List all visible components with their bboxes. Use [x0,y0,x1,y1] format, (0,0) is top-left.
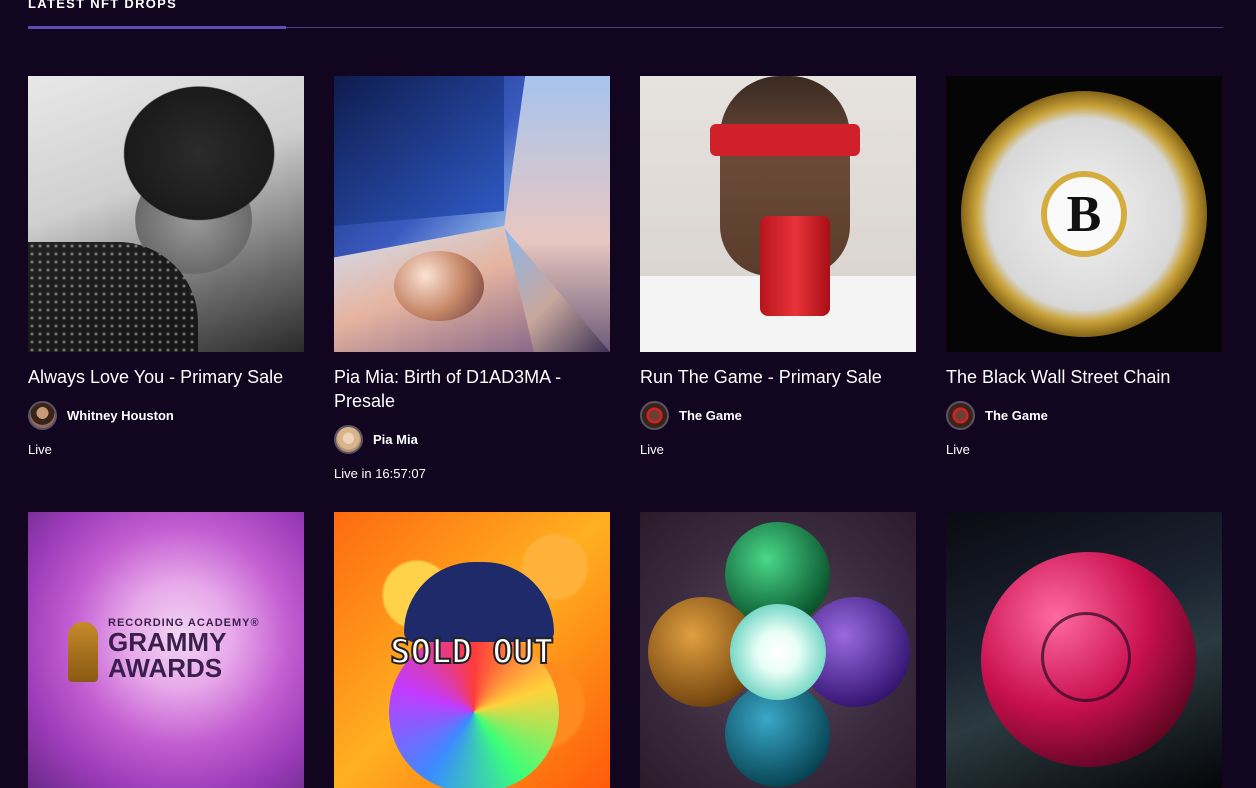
drop-card[interactable]: Pia Mia: Birth of D1AD3MA - Presale Pia … [334,76,610,481]
section-header: LATEST NFT DROPS [28,0,1223,32]
drop-artwork[interactable] [640,512,916,788]
artwork-knot [1041,612,1131,702]
drop-artwork[interactable]: RECORDING ACADEMY® GRAMMY AWARDS [28,512,304,788]
grammy-logo: RECORDING ACADEMY® GRAMMY AWARDS [108,617,260,681]
logo-big-text: AWARDS [108,653,223,683]
drop-artwork[interactable] [334,76,610,352]
drop-status: Live [946,442,970,457]
sold-out-label: SOLD OUT [389,631,555,673]
creator-name[interactable]: The Game [985,408,1048,423]
drop-artwork[interactable] [640,76,916,352]
artwork-cap [404,562,554,642]
drop-card[interactable]: Run The Game - Primary Sale The Game Liv… [640,76,916,457]
drop-status: Live in 16:57:07 [334,466,426,481]
drop-title[interactable]: Pia Mia: Birth of D1AD3MA - Presale [334,365,610,413]
drop-artwork[interactable]: SOLD OUT [334,512,610,788]
artwork-shard [334,76,504,226]
drop-card[interactable]: SOLD OUT [334,512,610,788]
section-title-underline [28,26,286,29]
drop-card[interactable]: B The Black Wall Street Chain The Game L… [946,76,1222,457]
drop-status: Live [28,442,52,457]
drop-title[interactable]: Run The Game - Primary Sale [640,365,916,389]
creator-row[interactable]: The Game [946,399,1222,432]
drop-artwork[interactable]: B [946,76,1222,352]
drop-title[interactable]: The Black Wall Street Chain [946,365,1222,389]
creator-name[interactable]: The Game [679,408,742,423]
creator-name[interactable]: Pia Mia [373,432,418,447]
gramophone-icon [68,622,98,682]
drop-artwork[interactable] [28,76,304,352]
section-title: LATEST NFT DROPS [28,0,178,11]
creator-row[interactable]: Pia Mia [334,423,610,456]
artwork-cup [760,216,830,316]
drop-card[interactable]: Always Love You - Primary Sale Whitney H… [28,76,304,457]
creator-avatar[interactable] [640,401,669,430]
artwork-orb [730,604,826,700]
creator-name[interactable]: Whitney Houston [67,408,174,423]
creator-avatar[interactable] [334,425,363,454]
drop-status: Live [640,442,664,457]
drop-artwork[interactable] [946,512,1222,788]
artwork-orb [394,251,484,321]
creator-avatar[interactable] [28,401,57,430]
drop-card[interactable]: RECORDING ACADEMY® GRAMMY AWARDS [28,512,304,788]
artwork-bandana [710,124,860,156]
drop-card[interactable] [946,512,1222,788]
pendant-letter: B [1041,171,1127,257]
creator-avatar[interactable] [946,401,975,430]
drop-title[interactable]: Always Love You - Primary Sale [28,365,304,389]
logo-big-text: GRAMMY [108,627,227,657]
drop-card[interactable] [640,512,916,788]
creator-row[interactable]: The Game [640,399,916,432]
creator-row[interactable]: Whitney Houston [28,399,304,432]
